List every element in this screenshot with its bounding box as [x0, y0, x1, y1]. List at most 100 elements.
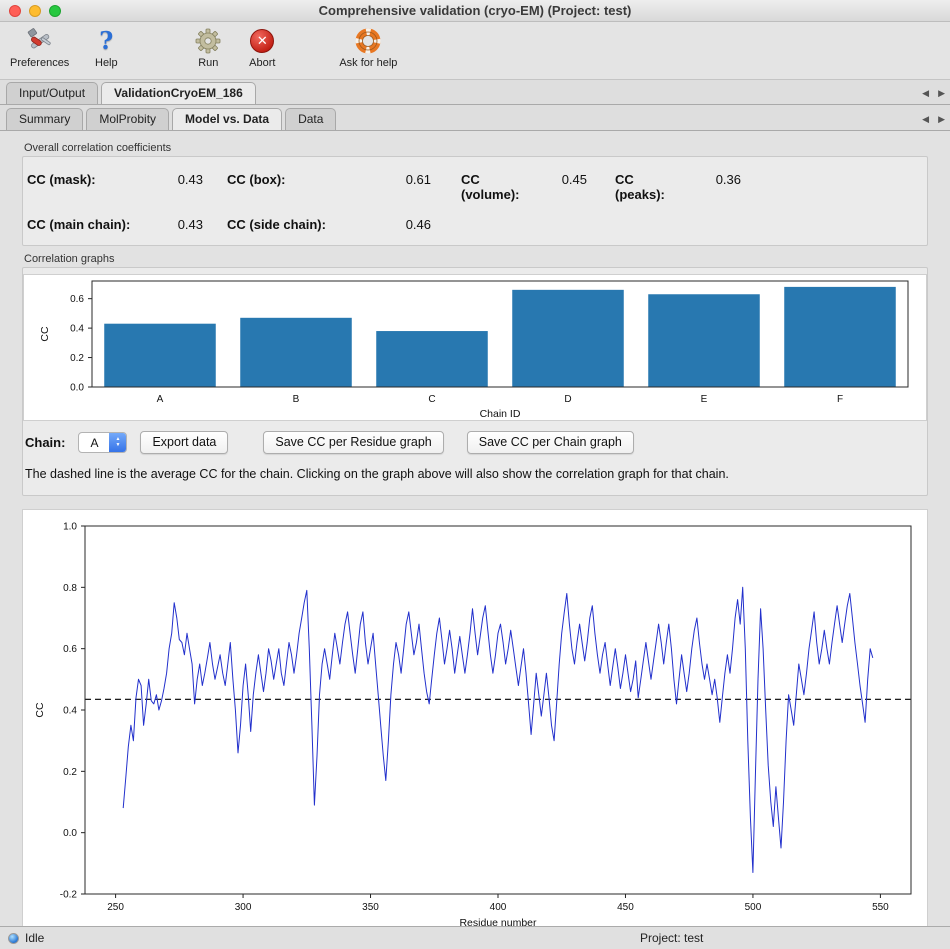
chain-select-value: A	[79, 433, 109, 452]
svg-text:550: 550	[872, 902, 889, 913]
bar-chain-F[interactable]	[784, 287, 896, 387]
run-button[interactable]: Run	[191, 26, 225, 69]
svg-text:-0.2: -0.2	[60, 890, 78, 901]
toolbar: Preferences ? Help	[0, 22, 950, 80]
tab-input-output[interactable]: Input/Output	[6, 82, 98, 104]
run-label: Run	[198, 57, 218, 69]
chevron-up-down-icon: ▲▼	[109, 433, 126, 452]
chart-controls: Chain: A ▲▼ Export data Save CC per Resi…	[23, 421, 927, 454]
save-cc-per-residue-button[interactable]: Save CC per Residue graph	[263, 431, 443, 454]
cc-per-residue-line	[123, 587, 873, 872]
svg-text:CC: CC	[34, 702, 46, 718]
tab-scroll-left-icon[interactable]: ◀	[922, 88, 929, 99]
cc-mask-label: CC (mask):	[27, 172, 155, 202]
bar-chain-A[interactable]	[104, 324, 216, 387]
cc-mask-value: 0.43	[155, 172, 203, 202]
abort-button[interactable]: ✕ Abort	[241, 26, 283, 69]
abort-label: Abort	[249, 57, 275, 69]
svg-text:B: B	[293, 394, 300, 405]
svg-text:400: 400	[490, 902, 507, 913]
correlation-graphs-section: Correlation graphs 0.00.20.40.6ABCDEFCha…	[22, 253, 928, 496]
titlebar: Comprehensive validation (cryo-EM) (Proj…	[0, 0, 950, 22]
svg-text:CC: CC	[39, 326, 51, 342]
app-window: Comprehensive validation (cryo-EM) (Proj…	[0, 0, 950, 949]
correlation-graphs-section-label: Correlation graphs	[24, 253, 928, 265]
cc-peaks-value: 0.36	[683, 172, 741, 202]
svg-text:D: D	[564, 394, 571, 405]
chain-select-label: Chain:	[25, 435, 65, 450]
bar-chain-C[interactable]	[376, 331, 488, 387]
main-content: Overall correlation coefficients CC (mas…	[0, 131, 950, 934]
preferences-label: Preferences	[10, 57, 69, 69]
cc-main-chain-label: CC (main chain):	[27, 217, 155, 232]
overall-cc-section: Overall correlation coefficients CC (mas…	[22, 142, 928, 246]
bar-chain-D[interactable]	[512, 290, 624, 387]
cc-side-chain-value: 0.46	[337, 217, 431, 232]
svg-text:E: E	[701, 394, 708, 405]
svg-text:C: C	[428, 394, 435, 405]
svg-text:0.8: 0.8	[63, 583, 77, 594]
secondary-tab-bar: Summary MolProbity Model vs. Data Data ◀…	[0, 105, 950, 131]
overall-cc-section-label: Overall correlation coefficients	[24, 142, 928, 154]
line-chart-svg: -0.20.00.20.40.60.81.0250300350400450500…	[23, 510, 927, 933]
svg-text:250: 250	[107, 902, 124, 913]
bar-chart-svg: 0.00.20.40.6ABCDEFChain IDCC	[24, 275, 928, 420]
cc-values-grid: CC (mask): 0.43 CC (box): 0.61 CC (volum…	[23, 157, 927, 245]
preferences-button[interactable]: Preferences	[10, 26, 69, 69]
cc-main-chain-value: 0.43	[155, 217, 203, 232]
run-gear-icon	[191, 26, 225, 56]
status-bar: Idle Project: test	[0, 926, 950, 949]
dashed-line-help-text: The dashed line is the average CC for th…	[23, 454, 927, 485]
cc-box-label: CC (box):	[203, 172, 337, 202]
traffic-lights	[9, 5, 61, 17]
zoom-button[interactable]	[49, 5, 61, 17]
minimize-button[interactable]	[29, 5, 41, 17]
svg-text:0.4: 0.4	[70, 324, 84, 335]
status-orb-icon	[8, 933, 19, 944]
save-cc-per-chain-button[interactable]: Save CC per Chain graph	[467, 431, 634, 454]
svg-text:0.2: 0.2	[63, 767, 77, 778]
tab-data[interactable]: Data	[285, 108, 336, 130]
cc-side-chain-label: CC (side chain):	[203, 217, 337, 232]
preferences-icon	[23, 26, 57, 56]
tab-validationcryoem-186[interactable]: ValidationCryoEM_186	[101, 82, 256, 104]
help-label: Help	[95, 57, 118, 69]
cc-per-chain-chart[interactable]: 0.00.20.40.6ABCDEFChain IDCC	[23, 274, 927, 421]
svg-text:0.0: 0.0	[63, 828, 77, 839]
cc-peaks-label: CC (peaks):	[587, 172, 683, 202]
cc-box-value: 0.61	[337, 172, 431, 202]
help-button[interactable]: ? Help	[85, 26, 127, 69]
svg-text:0.4: 0.4	[63, 706, 77, 717]
lifebuoy-icon	[351, 26, 385, 56]
overall-cc-box: CC (mask): 0.43 CC (box): 0.61 CC (volum…	[22, 156, 928, 246]
primary-tab-scroll: ◀ ▶	[922, 88, 945, 99]
abort-icon: ✕	[245, 26, 279, 56]
bar-chain-B[interactable]	[240, 318, 352, 387]
ask-for-help-label: Ask for help	[339, 57, 397, 69]
tab-model-vs-data[interactable]: Model vs. Data	[172, 108, 282, 130]
window-title: Comprehensive validation (cryo-EM) (Proj…	[0, 3, 950, 18]
svg-text:0.2: 0.2	[70, 353, 84, 364]
svg-text:0.6: 0.6	[63, 644, 77, 655]
svg-text:Chain ID: Chain ID	[480, 408, 521, 420]
help-icon: ?	[89, 26, 123, 56]
svg-text:500: 500	[745, 902, 762, 913]
svg-text:F: F	[837, 394, 843, 405]
secondary-tab-scroll: ◀ ▶	[922, 114, 945, 125]
svg-text:A: A	[157, 394, 164, 405]
tab-summary[interactable]: Summary	[6, 108, 83, 130]
export-data-button[interactable]: Export data	[140, 431, 228, 454]
tab-scroll-left-icon[interactable]: ◀	[922, 114, 929, 125]
primary-tab-bar: Input/Output ValidationCryoEM_186 ◀ ▶	[0, 80, 950, 105]
svg-text:300: 300	[235, 902, 252, 913]
chain-select[interactable]: A ▲▼	[78, 432, 127, 453]
svg-text:0.6: 0.6	[70, 294, 84, 305]
bar-chain-E[interactable]	[648, 294, 760, 387]
tab-molprobity[interactable]: MolProbity	[86, 108, 169, 130]
close-button[interactable]	[9, 5, 21, 17]
tab-scroll-right-icon[interactable]: ▶	[938, 114, 945, 125]
cc-per-residue-chart: -0.20.00.20.40.60.81.0250300350400450500…	[22, 509, 928, 934]
ask-for-help-button[interactable]: Ask for help	[339, 26, 397, 69]
tab-scroll-right-icon[interactable]: ▶	[938, 88, 945, 99]
svg-text:1.0: 1.0	[63, 522, 77, 533]
